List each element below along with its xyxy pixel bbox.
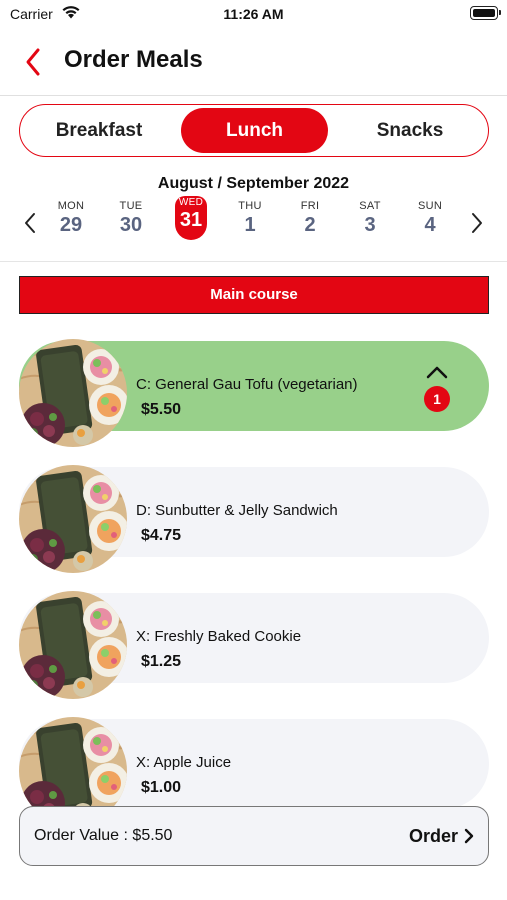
item-price: $1.25 [141,653,182,670]
menu-item-selected[interactable]: C: General Gau Tofu (vegetarian) $5.50 1 [19,339,489,447]
day-fri[interactable]: FRI 2 [290,200,330,237]
day-date: 1 [244,214,256,236]
tab-snacks[interactable]: Snacks [340,108,480,153]
navigation-bar: Order Meals [0,40,507,96]
menu-item[interactable]: D: Sunbutter & Jelly Sandwich $4.75 [19,465,489,573]
day-name: TUE [119,200,143,212]
day-name: WED [178,197,204,208]
clock: 11:26 AM [223,6,284,22]
previous-week-icon[interactable] [22,211,38,235]
day-name: SAT [359,200,381,212]
meal-type-selector: Breakfast Lunch Snacks [19,104,489,157]
battery-icon [470,6,501,20]
day-sat[interactable]: SAT 3 [350,200,390,237]
item-name: X: Freshly Baked Cookie [136,628,302,645]
day-date: 30 [119,214,143,236]
next-week-icon[interactable] [469,211,485,235]
order-summary-bar: Order Value : $5.50 Order [19,806,489,866]
back-chevron-icon[interactable] [20,44,50,80]
status-bar: Carrier 11:26 AM [0,0,507,28]
day-name: THU [238,200,262,212]
quantity-badge: 1 [424,386,450,412]
item-price: $1.00 [141,779,182,796]
day-mon[interactable]: MON 29 [51,200,91,237]
food-image [19,339,127,447]
menu-item[interactable]: X: Freshly Baked Cookie $1.25 [19,591,489,699]
day-date: 4 [424,214,436,236]
tab-lunch[interactable]: Lunch [181,108,328,153]
day-tue[interactable]: TUE 30 [111,200,151,237]
food-image [19,465,127,573]
item-name: X: Apple Juice [136,754,232,771]
day-date: 31 [179,209,203,231]
menu-item[interactable]: X: Apple Juice $1.00 [19,717,489,825]
day-thu[interactable]: THU 1 [230,200,270,237]
day-name: FRI [300,200,320,212]
item-name: C: General Gau Tofu (vegetarian) [136,376,358,393]
food-image [19,591,127,699]
chevron-right-icon [464,828,474,844]
day-wed-selected[interactable]: WED 31 [175,196,207,240]
order-button-label: Order [408,826,458,846]
item-price: $4.75 [141,527,182,544]
chevron-up-icon[interactable] [424,363,450,381]
day-date: 29 [59,214,83,236]
day-sun[interactable]: SUN 4 [410,200,450,237]
day-date: 3 [364,214,376,236]
day-name: MON [57,200,85,212]
month-label: August / September 2022 [157,175,350,192]
order-value: Order Value : $5.50 [34,827,173,844]
order-button[interactable]: Order [409,826,474,847]
tab-breakfast[interactable]: Breakfast [32,108,166,153]
section-header-main-course: Main course [19,276,489,314]
item-name: D: Sunbutter & Jelly Sandwich [136,502,338,519]
day-name: SUN [417,200,443,212]
item-price: $5.50 [141,401,182,418]
divider [0,261,507,262]
page-title: Order Meals [64,46,203,73]
day-date: 2 [304,214,316,236]
